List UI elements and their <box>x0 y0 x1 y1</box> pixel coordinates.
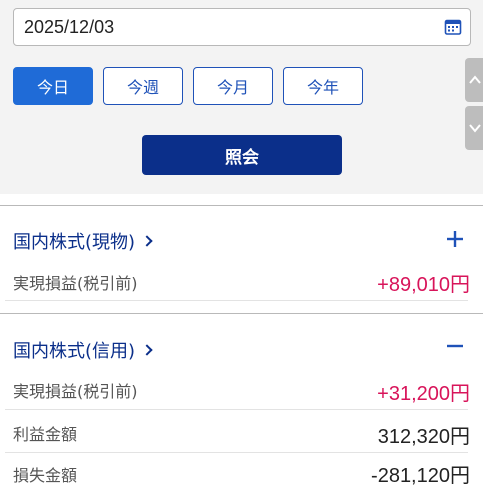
realized-pl-label: 実現損益(税引前) <box>13 382 138 401</box>
row-divider <box>5 409 468 410</box>
calendar-icon[interactable] <box>444 18 462 36</box>
profit-amount-label: 利益金額 <box>13 425 78 444</box>
minus-icon[interactable] <box>445 336 465 356</box>
plus-icon[interactable] <box>445 229 465 249</box>
row-divider <box>5 300 468 301</box>
period-year-button[interactable]: 今年 <box>283 67 363 105</box>
chevron-down-icon <box>469 124 481 133</box>
profit-amount-value: 312,320円 <box>377 426 470 448</box>
section-title-margin[interactable]: 国内株式(信用) <box>13 337 153 363</box>
period-week-button[interactable]: 今週 <box>103 67 183 105</box>
period-today-button[interactable]: 今日 <box>13 67 93 105</box>
date-value: 2025/12/03 <box>24 17 115 37</box>
chevron-right-icon <box>141 344 153 356</box>
section-title-label: 国内株式(現物) <box>13 232 136 253</box>
loss-amount-label: 損失金額 <box>13 466 78 485</box>
chevron-up-icon <box>469 75 481 84</box>
date-input[interactable]: 2025/12/03 <box>13 8 471 46</box>
realized-pl-label: 実現損益(税引前) <box>13 274 138 293</box>
chevron-right-icon <box>141 235 153 247</box>
section-divider <box>0 313 483 314</box>
period-month-button[interactable]: 今月 <box>193 67 273 105</box>
loss-amount-value: -281,120円 <box>371 465 470 487</box>
query-button[interactable]: 照会 <box>142 135 342 175</box>
section-title-spot[interactable]: 国内株式(現物) <box>13 228 153 254</box>
section-divider <box>0 205 483 206</box>
section-title-label: 国内株式(信用) <box>13 341 136 362</box>
row-divider <box>5 452 468 453</box>
realized-pl-value: +31,200円 <box>377 383 470 405</box>
filter-panel: 2025/12/03 今日 今週 今月 今年 照会 <box>0 0 483 194</box>
realized-pl-value: +89,010円 <box>377 274 470 296</box>
scroll-up-tab[interactable] <box>465 58 483 102</box>
scroll-down-tab[interactable] <box>465 106 483 150</box>
